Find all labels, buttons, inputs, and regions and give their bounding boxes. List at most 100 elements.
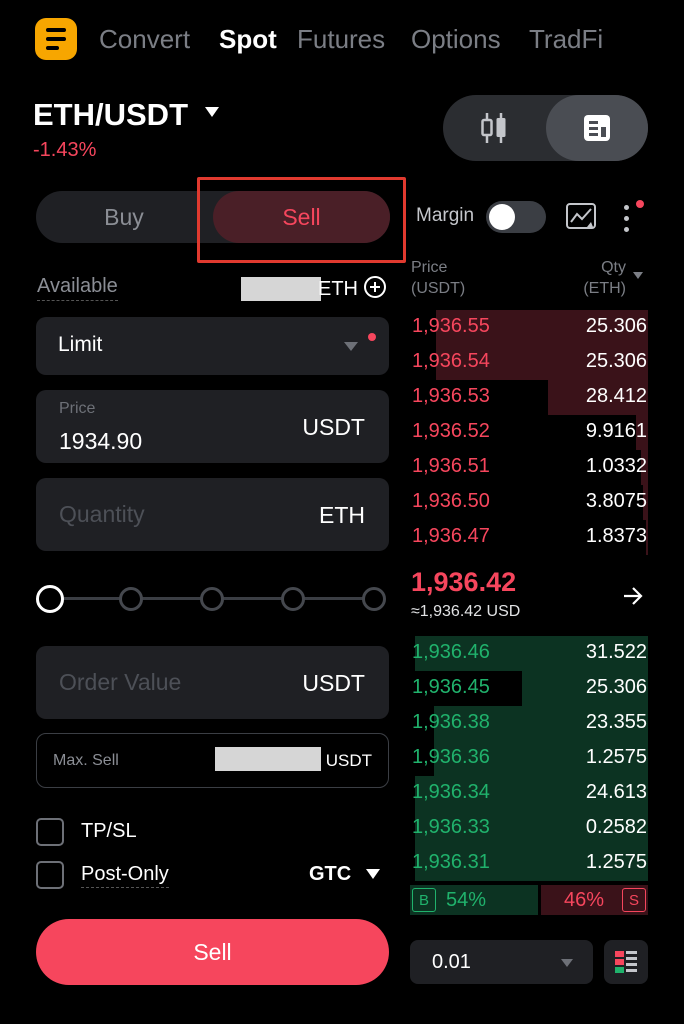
slider-step-75[interactable] [281, 587, 305, 611]
slider-step-100[interactable] [362, 587, 386, 611]
bid-row[interactable]: 1,936.31 1.2575 [410, 846, 648, 881]
bid-price: 1,936.31 [412, 851, 490, 873]
ask-qty: 25.306 [585, 315, 647, 337]
ask-qty: 1.0332 [585, 455, 647, 477]
price-unit: USDT [302, 414, 365, 440]
price-value: 1934.90 [59, 428, 143, 454]
orderbook-icon [584, 115, 610, 141]
bid-qty: 0.2582 [585, 816, 647, 838]
ask-qty: 25.306 [585, 350, 647, 372]
ask-row[interactable]: 1,936.51 1.0332 [410, 450, 648, 485]
candlestick-icon [481, 113, 506, 143]
bid-price: 1,936.38 [412, 711, 490, 733]
sell-ratio: 46% [564, 889, 605, 911]
caret-down-icon[interactable] [366, 869, 380, 879]
ask-price: 1,936.54 [412, 350, 490, 372]
pair-selector[interactable]: ETH/USDT [33, 97, 188, 133]
bid-row[interactable]: 1,936.34 24.613 [410, 776, 648, 811]
slider-step-25[interactable] [119, 587, 143, 611]
ask-price: 1,936.50 [412, 490, 490, 512]
orderbook-layout-button[interactable] [604, 940, 648, 984]
ask-row[interactable]: 1,936.54 25.306 [410, 345, 648, 380]
quantity-placeholder: Quantity [59, 501, 145, 527]
tab-options[interactable]: Options [411, 24, 501, 55]
ask-row[interactable]: 1,936.50 3.8075 [410, 485, 648, 520]
ask-price: 1,936.53 [412, 385, 490, 407]
post-only-label: Post-Only [81, 863, 169, 888]
ask-row[interactable]: 1,936.53 28.412 [410, 380, 648, 415]
tpsl-option[interactable]: TP/SL [36, 818, 236, 848]
buy-ratio: 54% [446, 889, 487, 911]
caret-down-icon [561, 959, 573, 967]
highlight-annotation [197, 177, 406, 263]
bid-qty: 23.355 [585, 711, 647, 733]
time-in-force-select[interactable]: GTC [309, 863, 351, 886]
price-input[interactable]: Price 1934.90 USDT [36, 390, 389, 463]
bid-row[interactable]: 1,936.38 23.355 [410, 706, 648, 741]
more-vertical-icon[interactable] [624, 205, 632, 235]
last-price-usd: ≈1,936.42 USD [411, 603, 521, 620]
tab-tradfi[interactable]: TradFi [529, 24, 603, 55]
ob-price-header: Price (USDT) [411, 257, 465, 299]
quantity-slider[interactable] [36, 584, 388, 614]
quantity-unit: ETH [319, 502, 365, 528]
add-funds-icon[interactable] [364, 276, 386, 298]
post-only-checkbox[interactable] [36, 861, 64, 889]
tab-spot[interactable]: Spot [219, 24, 277, 55]
available-unit: ETH [318, 278, 358, 300]
ask-price: 1,936.47 [412, 525, 490, 547]
bid-row[interactable]: 1,936.45 25.306 [410, 671, 648, 706]
ask-qty: 28.412 [585, 385, 647, 407]
ask-row[interactable]: 1,936.52 9.9161 [410, 415, 648, 450]
bid-qty: 24.613 [585, 781, 647, 803]
ask-price: 1,936.52 [412, 420, 490, 442]
caret-down-icon [344, 342, 358, 351]
redacted-max-sell [215, 747, 321, 771]
ask-price: 1,936.51 [412, 455, 490, 477]
caret-down-icon[interactable] [633, 272, 643, 279]
ask-row[interactable]: 1,936.55 25.306 [410, 310, 648, 345]
arrow-right-icon[interactable] [622, 586, 644, 606]
depth-step-select[interactable]: 0.01 [410, 940, 593, 984]
bid-qty: 31.522 [585, 641, 647, 663]
ask-qty: 9.9161 [585, 420, 647, 442]
ask-price: 1,936.55 [412, 315, 490, 337]
menu-lines-icon[interactable] [35, 18, 77, 60]
price-label: Price [59, 400, 96, 417]
max-sell-label: Max. Sell [53, 752, 119, 769]
bid-row[interactable]: 1,936.33 0.2582 [410, 811, 648, 846]
bid-price: 1,936.36 [412, 746, 490, 768]
sell-submit-button[interactable]: Sell [36, 919, 389, 985]
tpsl-label: TP/SL [81, 820, 137, 842]
bid-row[interactable]: 1,936.36 1.2575 [410, 741, 648, 776]
ob-price-header-unit: (USDT) [411, 280, 466, 297]
max-sell-row: Max. Sell USDT [36, 733, 389, 788]
orderbook-layout-icon [615, 951, 637, 973]
depth-step-value: 0.01 [432, 951, 471, 973]
ob-qty-header[interactable]: Qty (ETH) [576, 257, 626, 299]
notification-dot [636, 200, 644, 208]
ask-row[interactable]: 1,936.47 1.8373 [410, 520, 648, 555]
post-only-option[interactable]: Post-Only [36, 861, 236, 891]
ask-qty: 1.8373 [585, 525, 647, 547]
order-type-select[interactable]: Limit [36, 317, 389, 375]
slider-step-0[interactable] [36, 585, 64, 613]
chart-icon[interactable] [565, 201, 597, 233]
tpsl-checkbox[interactable] [36, 818, 64, 846]
bid-row[interactable]: 1,936.46 31.522 [410, 636, 648, 671]
order-value-input[interactable]: Order Value USDT [36, 646, 389, 719]
view-toggle[interactable] [443, 95, 648, 161]
bid-qty: 1.2575 [585, 746, 647, 768]
notification-dot [368, 333, 376, 341]
buy-tab[interactable]: Buy [36, 191, 212, 243]
margin-label: Margin [416, 205, 475, 226]
margin-toggle[interactable] [486, 201, 546, 233]
top-nav: Convert Spot Futures Options TradFi [0, 0, 684, 84]
tab-convert[interactable]: Convert [99, 24, 190, 55]
caret-down-icon[interactable] [205, 107, 219, 117]
orderbook-view-button[interactable] [546, 95, 648, 161]
quantity-input[interactable]: Quantity ETH [36, 478, 389, 551]
tab-futures[interactable]: Futures [297, 24, 385, 55]
candlestick-view-button[interactable] [443, 95, 545, 161]
slider-step-50[interactable] [200, 587, 224, 611]
